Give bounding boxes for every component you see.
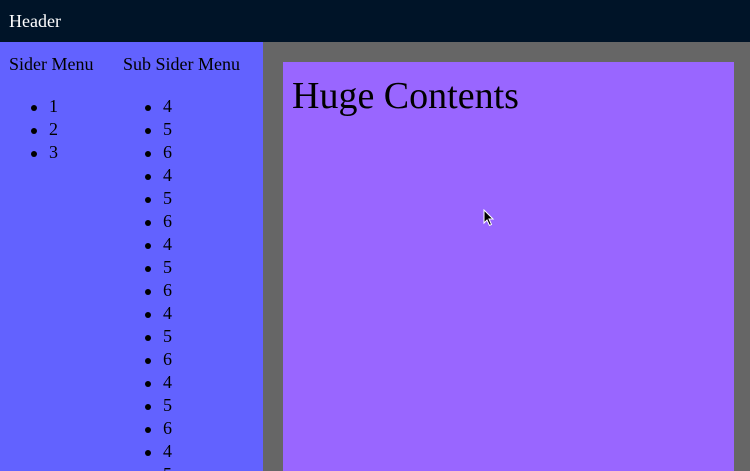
layout-body: Sider Menu 123 Sub Sider Menu 4564564564… <box>0 42 750 471</box>
bullet-icon <box>145 243 151 249</box>
bullet-icon <box>31 105 37 111</box>
sub-sider-menu-item[interactable]: 5 <box>123 187 172 210</box>
sub-sider-menu-item-label: 6 <box>163 280 172 300</box>
bullet-icon <box>145 427 151 433</box>
sub-sider-menu-item[interactable]: 6 <box>123 141 172 164</box>
sub-sider-menu-item-label: 4 <box>163 372 172 392</box>
sub-sider-menu-item[interactable]: 6 <box>123 279 172 302</box>
content-title: Huge Contents <box>292 75 519 117</box>
sub-sider-menu-item-label: 5 <box>163 188 172 208</box>
sub-sider-menu-item[interactable]: 6 <box>123 348 172 371</box>
sub-sider-menu-item-label: 4 <box>163 96 172 116</box>
sub-sider-menu-item-label: 4 <box>163 165 172 185</box>
bullet-icon <box>31 128 37 134</box>
sub-sider-menu-item[interactable]: 4 <box>123 164 172 187</box>
sub-sider-menu-item[interactable]: 5 <box>123 325 172 348</box>
sub-sider-menu-item-label: 4 <box>163 234 172 254</box>
sider-menu-list: 1 2 3 <box>9 95 58 164</box>
sub-sider-menu-title: Sub Sider Menu <box>123 54 240 74</box>
sub-sider-menu-item[interactable]: 5 <box>123 463 172 471</box>
bullet-icon <box>145 151 151 157</box>
sub-sider-menu-item[interactable]: 5 <box>123 394 172 417</box>
sub-sider-menu-item[interactable]: 5 <box>123 256 172 279</box>
sub-sider-menu-item-label: 5 <box>163 119 172 139</box>
sub-sider-menu-item-label: 5 <box>163 326 172 346</box>
sub-sider-menu-item[interactable]: 6 <box>123 417 172 440</box>
bullet-icon <box>145 404 151 410</box>
sub-sider-menu-list: 4 5 6 4 5 6 4 5 6 4 5 6 4 5 6 4 5 <box>123 95 172 471</box>
sider-menu-item-label: 2 <box>49 119 58 139</box>
bullet-icon <box>145 289 151 295</box>
content-box: Huge Contents <box>283 62 734 471</box>
bullet-icon <box>145 450 151 456</box>
bullet-icon <box>145 312 151 318</box>
bullet-icon <box>145 105 151 111</box>
bullet-icon <box>145 266 151 272</box>
content-area: Huge Contents <box>263 42 750 471</box>
sub-sider-menu-item-label: 6 <box>163 211 172 231</box>
app-window: Header Sider Menu 1 2 3 Sub Sider Menu 4 5 6… <box>0 0 750 471</box>
sub-sider-menu-item-label: 6 <box>163 349 172 369</box>
sider-menu-item-label: 3 <box>49 142 58 162</box>
sub-sider-menu-item-label: 6 <box>163 142 172 162</box>
bullet-icon <box>31 151 37 157</box>
sub-sider-menu-item[interactable]: 4 <box>123 371 172 394</box>
sub-sider-menu-item-label: 4 <box>163 303 172 323</box>
sider-menu-item-label: 1 <box>49 96 58 116</box>
sub-sider-menu-item-label: 5 <box>163 464 172 471</box>
sider-panel: Sider Menu 123 Sub Sider Menu 4564564564… <box>0 42 263 471</box>
sub-sider-menu-item-label: 5 <box>163 395 172 415</box>
sider-menu-item[interactable]: 3 <box>9 141 58 164</box>
sub-sider-menu-item-label: 4 <box>163 441 172 461</box>
mouse-pointer-icon <box>483 209 495 227</box>
sider-menu-item[interactable]: 2 <box>9 118 58 141</box>
sub-sider-menu-item[interactable]: 4 <box>123 95 172 118</box>
bullet-icon <box>145 220 151 226</box>
bullet-icon <box>145 174 151 180</box>
bullet-icon <box>145 358 151 364</box>
sub-sider-menu-item[interactable]: 6 <box>123 210 172 233</box>
sub-sider-menu-item-label: 5 <box>163 257 172 277</box>
sider-menu-title: Sider Menu <box>9 54 94 74</box>
sub-sider-menu-item[interactable]: 5 <box>123 118 172 141</box>
bullet-icon <box>145 335 151 341</box>
sider-menu-item[interactable]: 1 <box>9 95 58 118</box>
header: Header <box>0 0 750 42</box>
header-title: Header <box>9 11 61 31</box>
sub-sider-menu-item-label: 6 <box>163 418 172 438</box>
sub-sider-menu-item[interactable]: 4 <box>123 440 172 463</box>
sub-sider-menu-item[interactable]: 4 <box>123 233 172 256</box>
bullet-icon <box>145 197 151 203</box>
bullet-icon <box>145 381 151 387</box>
sub-sider-menu-item[interactable]: 4 <box>123 302 172 325</box>
bullet-icon <box>145 128 151 134</box>
